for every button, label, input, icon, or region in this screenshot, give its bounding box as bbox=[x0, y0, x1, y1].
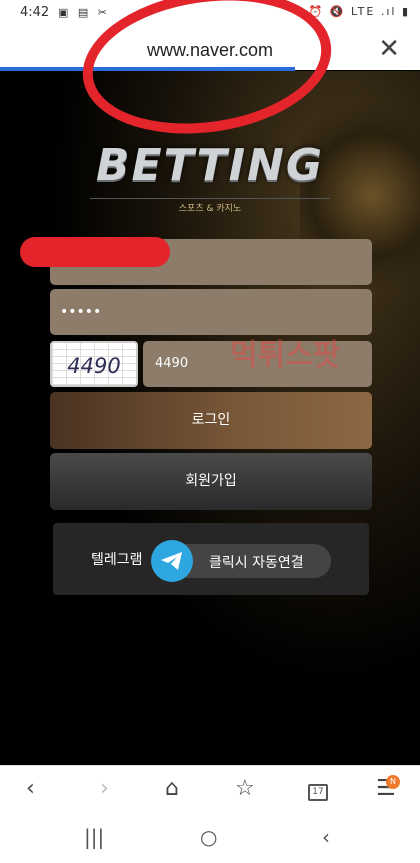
password-field[interactable]: ••••• bbox=[50, 289, 372, 335]
notification-icons: ▣ ▤ ✂ bbox=[58, 6, 110, 19]
telegram-banner[interactable]: 텔레그램 클릭시 자동연결 bbox=[53, 523, 369, 595]
notification-badge: N bbox=[386, 775, 400, 789]
tabs-icon[interactable]: 17 bbox=[308, 784, 328, 801]
login-button[interactable]: 로그인 bbox=[50, 392, 372, 449]
captcha-image[interactable]: 4490 bbox=[50, 341, 138, 387]
site-logo: BETTING bbox=[96, 140, 324, 191]
browser-toolbar: ‹ › ⌂ ☆ 17 ☰ N bbox=[0, 765, 420, 816]
system-icons: ⏰ 🔇 LTE .ıl ▮ bbox=[308, 5, 410, 18]
logo-subtitle: 스포츠 & 카지노 bbox=[90, 198, 330, 214]
signup-button[interactable]: 회원가입 bbox=[50, 453, 372, 510]
telegram-label: 텔레그램 bbox=[91, 552, 143, 568]
system-home-icon[interactable]: ○ bbox=[200, 825, 217, 849]
system-back-icon[interactable]: ‹ bbox=[322, 825, 330, 849]
close-icon[interactable]: ✕ bbox=[378, 34, 400, 64]
watermark-logo: 먹튀스팟 bbox=[230, 338, 341, 373]
clock: 4:42 bbox=[20, 5, 50, 20]
bookmark-icon[interactable]: ☆ bbox=[235, 776, 255, 801]
telegram-connect-button[interactable]: 클릭시 자동연결 bbox=[151, 540, 331, 582]
forward-icon[interactable]: › bbox=[100, 776, 109, 801]
recents-icon[interactable]: ||| bbox=[84, 825, 104, 849]
telegram-icon bbox=[151, 540, 193, 582]
home-icon[interactable]: ⌂ bbox=[165, 776, 179, 801]
system-navigation-bar: ||| ○ ‹ bbox=[0, 815, 420, 863]
back-icon[interactable]: ‹ bbox=[26, 776, 35, 801]
redaction-scribble bbox=[20, 237, 170, 267]
telegram-connect-label: 클릭시 자동연결 bbox=[209, 555, 304, 571]
